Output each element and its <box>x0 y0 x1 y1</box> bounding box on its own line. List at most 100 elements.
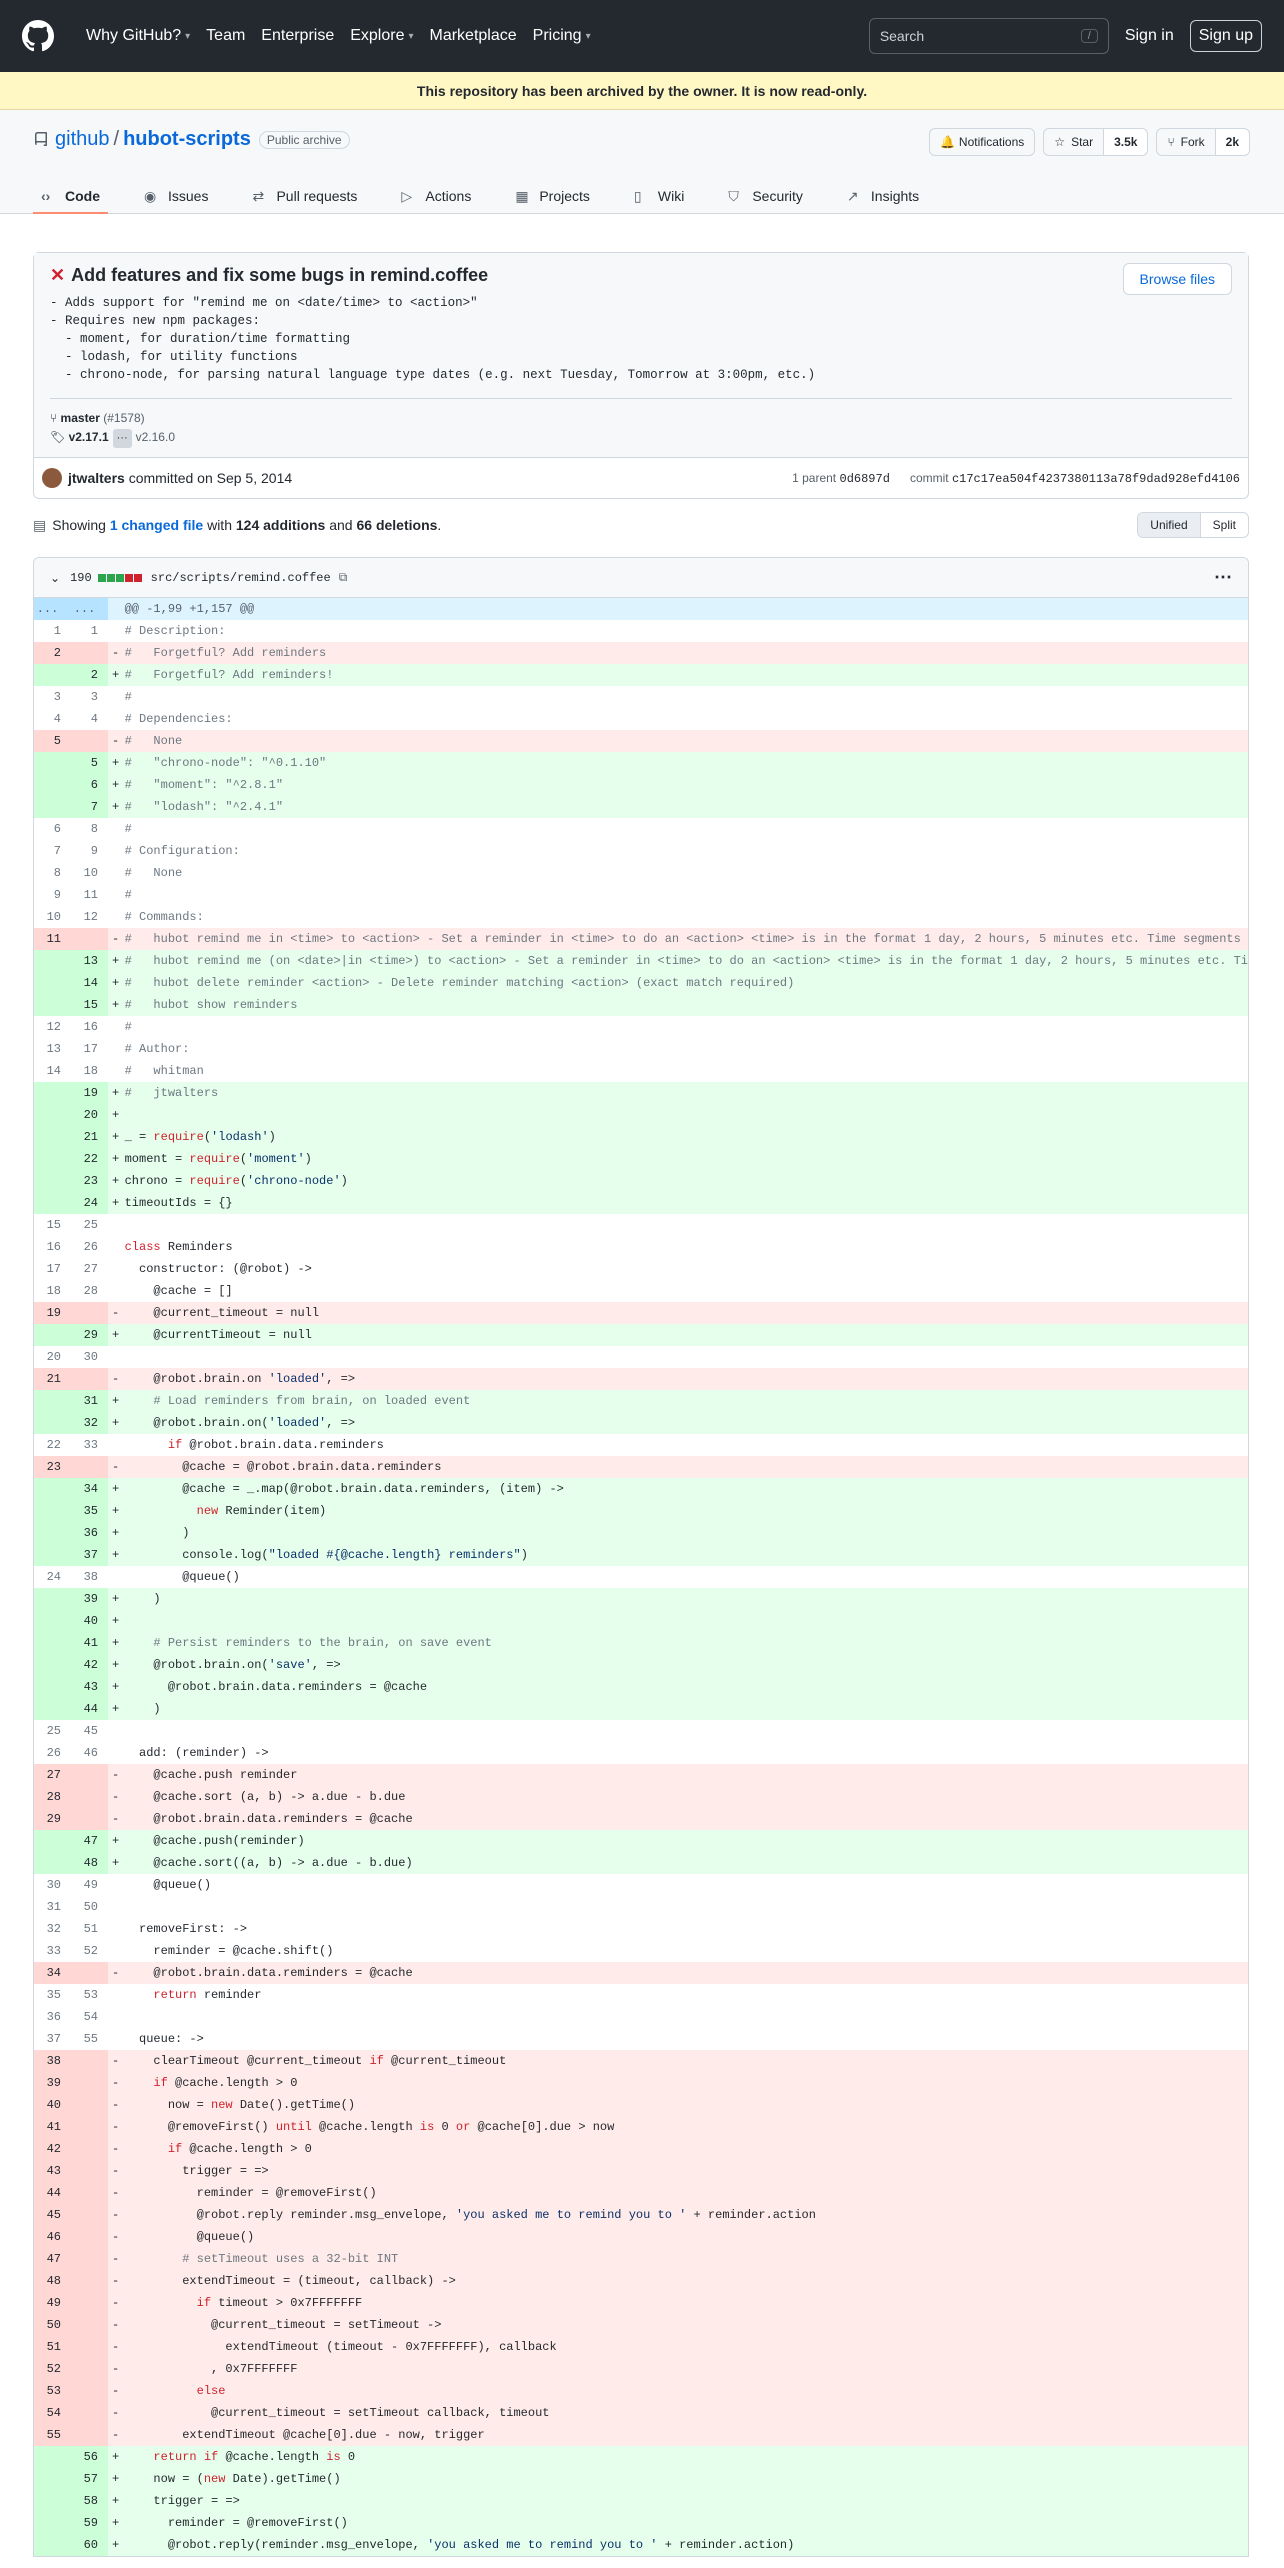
tab-security[interactable]: ⛉ Security <box>720 188 811 214</box>
fork-button[interactable]: ⑂ Fork <box>1156 128 1216 156</box>
tag-expand-button[interactable]: ··· <box>112 429 132 448</box>
new-line-number: 42 <box>71 1654 108 1676</box>
tab-issues[interactable]: ◉ Issues <box>136 188 216 214</box>
split-button[interactable]: Split <box>1201 513 1248 537</box>
old-line-number <box>34 1522 71 1544</box>
changed-files-link[interactable]: 1 changed file <box>110 517 203 533</box>
commit-author[interactable]: jtwalters <box>68 470 125 486</box>
new-line-number[interactable]: ... <box>71 598 108 620</box>
diff-row: 21 - @robot.brain.on 'loaded', => <box>34 1368 1248 1390</box>
code-line: class Reminders <box>124 1240 233 1254</box>
sign-in-link[interactable]: Sign in <box>1125 27 1174 45</box>
diff-view-toggle: Unified Split <box>1137 512 1249 538</box>
code-line: return reminder <box>153 1988 262 2002</box>
tab-projects[interactable]: ▦ Projects <box>507 188 598 214</box>
more-options-icon[interactable]: ⋯ <box>1214 567 1232 588</box>
repo-icon <box>35 131 47 146</box>
diff-row: 31 + # Load reminders from brain, on load… <box>34 1390 1248 1412</box>
new-line-number: 49 <box>83 1878 98 1892</box>
diff-sign <box>108 598 121 620</box>
diff-sign: - <box>108 2116 121 2138</box>
parent-sha-link[interactable]: 0d6897d <box>840 472 890 486</box>
old-line-number[interactable]: ... <box>34 598 71 620</box>
old-line-number: 9 <box>53 888 61 902</box>
copy-icon[interactable]: ⧉ <box>339 570 348 585</box>
commit-author-row: jtwalters committed on Sep 5, 2014 1 par… <box>34 458 1248 498</box>
diff-sign: + <box>108 2468 121 2490</box>
nav-item[interactable]: Pricing ▾ <box>533 27 591 45</box>
diff-row: 20 30 <box>34 1346 1248 1368</box>
diff-sign <box>108 818 121 840</box>
bell-icon: 🔔 <box>939 135 955 149</box>
search-placeholder: Search <box>879 28 925 44</box>
nav-item[interactable]: Why GitHub? ▾ <box>86 27 190 45</box>
new-line-number <box>71 1786 108 1808</box>
star-icon: ☆ <box>1054 135 1066 149</box>
new-line-number <box>71 2072 108 2094</box>
code-line: @cache.push(reminder) <box>120 1830 1248 1852</box>
diff-sign <box>108 1720 121 1742</box>
old-line-number: 29 <box>34 1808 71 1830</box>
tab-insights[interactable]: ↗ Insights <box>839 188 927 214</box>
github-logo-icon[interactable] <box>22 20 54 52</box>
code-line: @queue() <box>120 2226 1248 2248</box>
old-line-number: 35 <box>46 1988 61 2002</box>
old-line-number: 10 <box>46 910 61 924</box>
diff-row: 3 3 # <box>34 686 1248 708</box>
repo-name-link[interactable]: hubot-scripts <box>123 128 251 151</box>
code-line: reminder = @cache.shift() <box>124 1944 334 1958</box>
nav-item[interactable]: Team <box>206 27 245 45</box>
diff-row: 36 + ) <box>34 1522 1248 1544</box>
old-line-number <box>34 2468 71 2490</box>
nav-item[interactable]: Marketplace <box>430 27 517 45</box>
nav-item-label: Team <box>206 27 246 44</box>
tab-wiki[interactable]: ▯ Wiki <box>626 188 692 214</box>
diff-sign: - <box>108 2424 121 2446</box>
star-count[interactable]: 3.5k <box>1104 128 1149 156</box>
diff-sign: - <box>108 2226 121 2248</box>
failed-status-icon[interactable]: ✕ <box>50 265 65 286</box>
sign-up-button[interactable]: Sign up <box>1189 20 1262 52</box>
code-line: # hubot remind me in <time> to <action> … <box>120 928 1248 950</box>
new-line-number: 53 <box>83 1988 98 2002</box>
tab-code[interactable]: ‹› Code <box>33 188 108 214</box>
code-line <box>121 1214 1248 1236</box>
diff-sign: + <box>108 2446 121 2468</box>
diff-row: 39 - if @cache.length > 0 <box>34 2072 1248 2094</box>
tab-pull-requests[interactable]: ⇄ Pull requests <box>244 188 365 214</box>
tag-oldest[interactable]: v2.16.0 <box>136 430 175 444</box>
search-input[interactable]: Search / <box>868 18 1109 54</box>
code-line: @current_timeout = null <box>120 1302 1248 1324</box>
branch-name[interactable]: master <box>61 411 100 425</box>
old-line-number <box>34 1654 71 1676</box>
old-line-number <box>34 1082 71 1104</box>
browse-files-button[interactable]: Browse files <box>1122 263 1232 295</box>
old-line-number: 32 <box>46 1922 61 1936</box>
code-line: # Dependencies: <box>124 712 233 726</box>
tab-label: Actions <box>425 188 472 204</box>
unified-button[interactable]: Unified <box>1138 513 1201 537</box>
diffstat-del-block <box>124 573 133 582</box>
file-path[interactable]: src/scripts/remind.coffee <box>151 571 331 585</box>
code-line: @cache.sort (a, b) -> a.due - b.due <box>120 1786 1248 1808</box>
code-line: # Forgetful? Add reminders <box>120 642 1248 664</box>
diff-row: 30 49 @queue() <box>34 1874 1248 1896</box>
code-line: @current_timeout = setTimeout -> <box>120 2314 1248 2336</box>
star-button[interactable]: ☆ Star <box>1043 128 1105 156</box>
nav-item[interactable]: Explore ▾ <box>350 27 413 45</box>
old-line-number: 4 <box>53 712 61 726</box>
tag-latest[interactable]: v2.17.1 <box>69 430 109 444</box>
nav-item[interactable]: Enterprise <box>261 27 334 45</box>
code-line: extendTimeout (timeout - 0x7FFFFFFF), ca… <box>120 2336 1248 2358</box>
fork-count[interactable]: 2k <box>1215 128 1250 156</box>
notifications-button[interactable]: 🔔 Notifications <box>928 128 1036 156</box>
repo-owner-link[interactable]: github <box>55 128 110 151</box>
old-line-number: 51 <box>34 2336 71 2358</box>
chevron-down-icon[interactable]: ⌄ <box>50 571 60 585</box>
diff-sign <box>108 1940 121 1962</box>
tab-actions[interactable]: ▷ Actions <box>393 188 479 214</box>
code-line: # Load reminders from brain, on loaded e… <box>120 1390 1248 1412</box>
avatar[interactable] <box>42 468 62 488</box>
pr-ref[interactable]: (#1578) <box>103 411 144 425</box>
diff-row: 40 - now = new Date().getTime() <box>34 2094 1248 2116</box>
